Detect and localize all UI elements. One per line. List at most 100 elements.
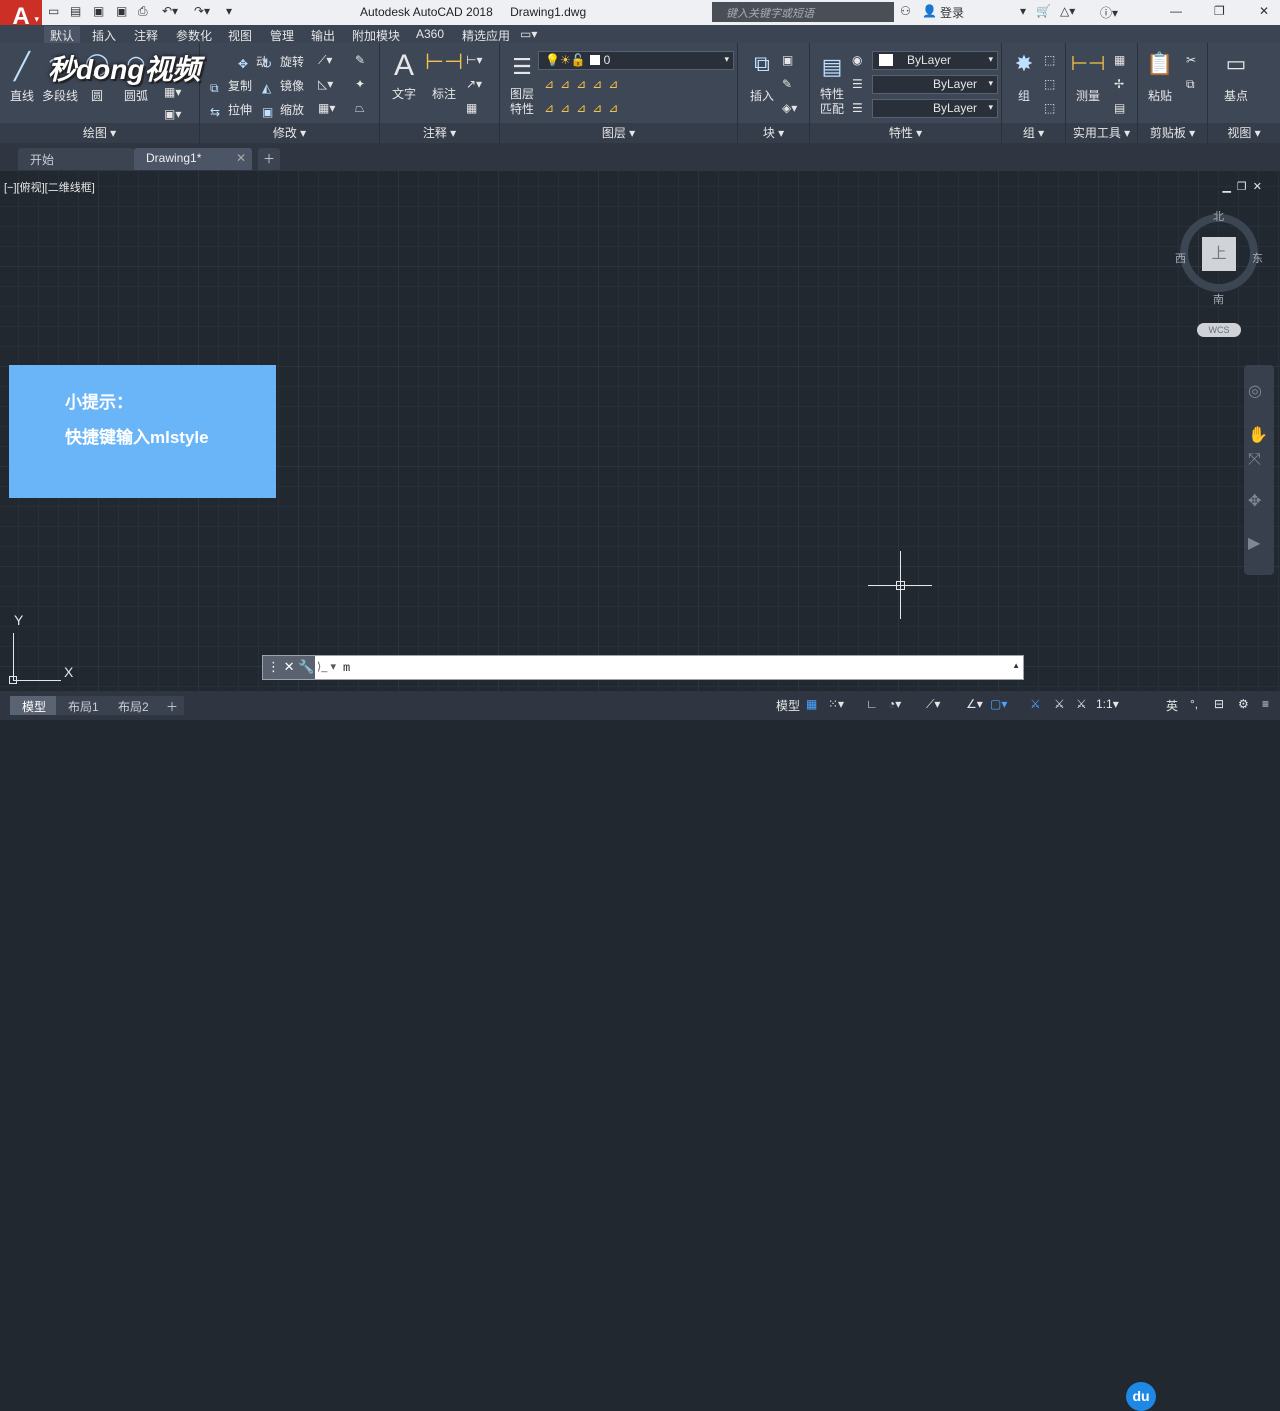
login-dropdown-icon[interactable]: ▾ — [1020, 4, 1026, 18]
viewcube-top-face[interactable]: 上 — [1202, 237, 1236, 271]
viewport-window-controls[interactable]: ▁❐✕ — [1222, 180, 1268, 193]
tab-annotate[interactable]: 注释 — [128, 26, 164, 43]
osnap-icon[interactable]: ▢▾ — [990, 697, 1007, 711]
new-tab-button[interactable]: ＋ — [258, 148, 280, 170]
ortho-icon[interactable]: ∟ — [866, 697, 878, 711]
compass-south[interactable]: 南 — [1213, 291, 1224, 307]
command-history-icon[interactable]: ▲ — [1012, 661, 1020, 670]
a360-icon[interactable]: △▾ — [1060, 4, 1075, 18]
linetype-dropdown[interactable]: ByLayer ▾ — [872, 75, 998, 94]
steering-wheel-icon[interactable]: ◎ — [1248, 381, 1262, 401]
new-icon[interactable]: ▭ — [48, 4, 59, 18]
create-block-icon[interactable]: ▣ — [782, 53, 793, 67]
tab-output[interactable]: 输出 — [305, 26, 341, 43]
copy-button[interactable]: ⧉ 复制 — [210, 77, 252, 95]
trim-icon[interactable]: ⟋▾ — [318, 53, 332, 68]
block-panel-label[interactable]: 块 ▾ — [738, 123, 809, 143]
compass-north[interactable]: 北 — [1213, 208, 1224, 224]
auto-scale-icon[interactable]: ⚔ — [1054, 697, 1065, 711]
compass-west[interactable]: 西 — [1175, 250, 1186, 266]
text-button[interactable]: A 文字 — [382, 49, 426, 102]
point-icon[interactable]: ✢ — [1114, 77, 1124, 91]
group-select-icon[interactable]: ⬚ — [1044, 101, 1055, 115]
tab-a360[interactable]: A360 — [410, 26, 450, 43]
groups-panel-label[interactable]: 组 ▾ — [1002, 123, 1065, 143]
add-layout-button[interactable]: ＋ — [160, 696, 185, 715]
properties-panel-label[interactable]: 特性 ▾ — [810, 123, 1001, 143]
snap-icon[interactable]: ⁙▾ — [828, 697, 844, 711]
doc-tab-drawing1[interactable]: Drawing1* ✕ — [134, 148, 252, 170]
layout-tab-2[interactable]: 布局2 — [106, 696, 161, 715]
layout-tab-1[interactable]: 布局1 — [56, 696, 111, 715]
erase-icon[interactable]: ✎ — [355, 53, 365, 67]
paste-button[interactable]: 📋 粘贴 — [1138, 51, 1182, 104]
tab-home[interactable]: 默认 — [44, 26, 81, 43]
tab-featured-apps[interactable]: 精选应用 — [456, 26, 516, 43]
layer-tools-row1-icons[interactable]: ⊿⊿⊿⊿⊿ — [544, 77, 624, 91]
color-dropdown[interactable]: ByLayer ▾ — [872, 51, 998, 70]
offset-icon[interactable]: ⏢ — [355, 101, 365, 116]
measure-button[interactable]: ⊢⊣ 测量 — [1066, 51, 1110, 104]
save-icon[interactable]: ▣ — [93, 4, 104, 18]
ungroup-icon[interactable]: ⬚ — [1044, 53, 1055, 67]
block-attr-icon[interactable]: ◈▾ — [782, 101, 797, 115]
ime-toolbox-icon[interactable]: ⊟ — [1214, 697, 1224, 711]
copy-clip-icon[interactable]: ⧉ — [1186, 77, 1195, 92]
insert-button[interactable]: ⧉ 插入 — [740, 51, 784, 104]
fillet-icon[interactable]: ◺▾ — [318, 77, 333, 91]
tab-parametric[interactable]: 参数化 — [170, 26, 218, 43]
tab-addins[interactable]: 附加模块 — [346, 26, 406, 43]
showmotion-icon[interactable]: ▶ — [1248, 533, 1260, 553]
group-edit-icon[interactable]: ⬚ — [1044, 77, 1055, 91]
polar-icon[interactable]: ◔▾ — [888, 697, 901, 711]
drawing-area[interactable]: [−][俯视][二维线框] ▁❐✕ 上 北 南 东 西 WCS ◎ ✋ ⤧ ✥ … — [0, 171, 1280, 691]
model-space-button[interactable]: 模型 — [776, 697, 800, 714]
close-cmd-icon[interactable]: ⋮ ✕ — [267, 659, 295, 674]
viewport-controls[interactable]: [−][俯视][二维线框] — [4, 179, 95, 195]
layer-dropdown[interactable]: 💡☀🔓 0 ▾ — [538, 51, 734, 70]
close-icon[interactable]: ✕ — [1259, 4, 1269, 18]
customize-wrench-icon[interactable]: 🔧 — [298, 659, 314, 674]
login-link[interactable]: 登录 — [940, 4, 964, 21]
compass-east[interactable]: 东 — [1252, 250, 1263, 266]
leader-icon[interactable]: ↗▾ — [466, 77, 482, 91]
match-properties-button[interactable]: ▤ 特性 匹配 — [810, 51, 854, 117]
zoom-extents-icon[interactable]: ⤧ — [1248, 451, 1261, 469]
binoculars-icon[interactable]: ⚇ — [900, 4, 911, 18]
tab-view[interactable]: 视图 — [222, 26, 258, 43]
layers-panel-label[interactable]: 图层 ▾ — [500, 123, 737, 143]
stretch-button[interactable]: ⇆ 拉伸 — [210, 101, 252, 119]
undo-icon[interactable]: ↶▾ — [162, 4, 178, 18]
utilities-panel-label[interactable]: 实用工具 ▾ — [1066, 123, 1137, 143]
base-button[interactable]: ▭ 基点 — [1214, 51, 1258, 104]
restore-icon[interactable]: ❐ — [1214, 4, 1225, 18]
cart-icon[interactable]: 🛒 — [1036, 4, 1051, 18]
array-icon[interactable]: ▦▾ — [318, 101, 335, 115]
layout-tab-model[interactable]: 模型 — [10, 696, 59, 715]
ime-language[interactable]: 英 — [1166, 697, 1178, 714]
wcs-menu[interactable]: WCS — [1197, 323, 1241, 337]
annotation-scale-icon[interactable]: ⚔ — [1076, 697, 1087, 711]
cut-icon[interactable]: ✂ — [1186, 53, 1196, 67]
command-line-grip[interactable]: ⋮ ✕ 🔧 — [263, 656, 315, 679]
table-icon[interactable]: ▦ — [466, 101, 477, 115]
grid-icon[interactable]: ▦ — [806, 697, 817, 711]
linear-dim-icon[interactable]: ⊢▾ — [466, 53, 482, 67]
pan-icon[interactable]: ✋ — [1248, 425, 1268, 445]
rotate-button[interactable]: ↻ 旋转 — [262, 53, 304, 71]
isodraft-icon[interactable]: ⟋▾ — [926, 697, 940, 712]
tab-insert[interactable]: 插入 — [86, 26, 122, 43]
clipboard-panel-label[interactable]: 剪贴板 ▾ — [1138, 123, 1207, 143]
ime-punct-icon[interactable]: °, — [1190, 697, 1198, 711]
recent-commands-icon[interactable]: ⟩_ ▾ — [317, 660, 336, 673]
osnap-tracking-icon[interactable]: ∠▾ — [966, 697, 983, 711]
qat-menu-icon[interactable]: ▾ — [226, 4, 232, 18]
mirror-button[interactable]: ◭ 镜像 — [262, 77, 304, 95]
group-button[interactable]: ✸ 组 — [1002, 51, 1046, 104]
redo-icon[interactable]: ↷▾ — [194, 4, 210, 18]
plot-icon[interactable]: ⎙ — [138, 4, 148, 19]
open-icon[interactable]: ▤ — [70, 4, 81, 18]
minimize-icon[interactable]: — — [1170, 4, 1182, 18]
draw-panel-label[interactable]: 绘图 ▾ — [0, 123, 199, 143]
explode-icon[interactable]: ✦ — [355, 77, 365, 91]
